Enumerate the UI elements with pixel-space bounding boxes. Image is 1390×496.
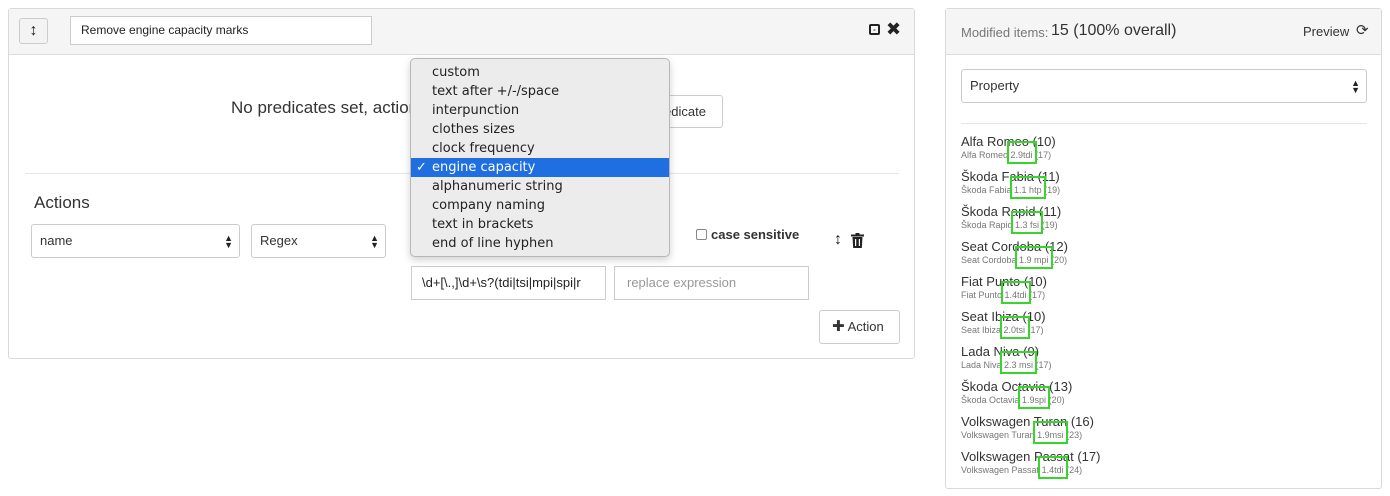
list-item: Alfa Romeo (10) Alfa Romeo 2.9tdi (17) [961, 134, 1361, 169]
list-item: Seat Ibiza (10) Seat Ibiza 2.0tsi (17) [961, 309, 1361, 344]
action-type-select[interactable]: Regex ▲ ▼ [251, 224, 386, 258]
dropdown-item-label: text after +/-/space [432, 84, 560, 99]
match-highlight-box [1000, 351, 1037, 374]
dropdown-item[interactable]: text after +/-/space [411, 82, 669, 101]
preview-property-select[interactable]: Property ▲ ▼ [961, 69, 1367, 103]
select-arrows-icon: ▲ ▼ [370, 232, 379, 250]
actions-title: Actions [34, 193, 90, 212]
item-value: Alfa Romeo 2.9tdi (17) [961, 141, 1361, 164]
close-icon[interactable]: ✖ [886, 20, 901, 38]
preview-header: Modified items: 15 (100% overall) Previe… [946, 9, 1381, 55]
list-item: Volkswagen Passat (17) Volkswagen Passat … [961, 449, 1361, 484]
item-value: Volkswagen Passat 1.4tdi (24) [961, 456, 1361, 479]
regex-preset-dropdown[interactable]: custom text after +/-/space interpunction c… [410, 58, 670, 257]
dropdown-item-label: end of line hyphen [432, 236, 554, 251]
item-value: Seat Ibiza 2.0tsi (17) [961, 316, 1361, 339]
preview-panel: Modified items: 15 (100% overall) Previe… [945, 8, 1382, 489]
match-highlight-box [1010, 176, 1046, 199]
dropdown-item-label: alphanumeric string [432, 179, 563, 194]
property-select-value: name [40, 233, 73, 248]
drag-handle-button[interactable]: ↕ [19, 18, 48, 44]
match-highlight-box [1001, 281, 1031, 304]
item-value: Volkswagen Turan 1.9msi (23) [961, 421, 1361, 444]
match-highlight-box [1011, 211, 1043, 234]
add-action-label: Action [847, 319, 884, 334]
dropdown-item-label: engine capacity [432, 160, 536, 175]
preview-link[interactable]: Preview [1303, 24, 1349, 39]
dropdown-item[interactable]: ✓ engine capacity [411, 158, 669, 177]
preview-list: Alfa Romeo (10) Alfa Romeo 2.9tdi (17) Ško… [961, 134, 1361, 484]
item-value-prefix: Volkswagen Turan [961, 430, 1038, 440]
match-highlight-box [1018, 386, 1050, 409]
item-value: Škoda Rapid 1.3 fsi (19) [961, 211, 1361, 234]
select-arrows-icon: ▲ ▼ [224, 232, 233, 250]
refresh-icon[interactable]: ⟳ [1356, 21, 1369, 39]
plus-icon: ✚ [832, 318, 845, 335]
list-item: Volkswagen Turan (16) Volkswagen Turan 1.… [961, 414, 1361, 449]
item-value: Fiat Punto 1.4tdi (17) [961, 281, 1361, 304]
case-sensitive-checkbox[interactable] [696, 229, 707, 240]
match-highlight-box [1038, 456, 1068, 479]
dropdown-item[interactable]: end of line hyphen [411, 234, 669, 253]
list-item: Škoda Octavia (13) Škoda Octavia 1.9spi (… [961, 379, 1361, 414]
add-action-button[interactable]: ✚ Action [819, 310, 900, 344]
dropdown-item[interactable]: alphanumeric string [411, 177, 669, 196]
item-value-prefix: Fiat Punto [961, 290, 1005, 300]
item-value: Škoda Octavia 1.9spi (20) [961, 386, 1361, 409]
dropdown-item[interactable]: custom [411, 63, 669, 82]
list-item: Škoda Fabia (11) Škoda Fabia 1.1 htp (19) [961, 169, 1361, 204]
trash-icon[interactable] [851, 233, 864, 253]
vertical-arrows-icon: ↕ [29, 22, 38, 39]
match-highlight-box [1033, 421, 1068, 444]
reorder-arrows-icon[interactable]: ↕ [834, 231, 842, 249]
dropdown-item[interactable]: interpunction [411, 101, 669, 120]
collapse-icon[interactable]: - [869, 24, 880, 35]
match-highlight-box [1015, 246, 1053, 269]
case-sensitive-toggle[interactable]: case sensitive [696, 227, 799, 242]
item-value-prefix: Seat Ibiza [961, 325, 1004, 335]
item-value-prefix: Škoda Octavia [961, 395, 1023, 405]
item-value-prefix: Volkswagen Passat [961, 465, 1042, 475]
rule-name-input[interactable]: Remove engine capacity marks [70, 16, 372, 45]
checkmark-icon: ✓ [416, 160, 427, 175]
list-item: Škoda Rapid (11) Škoda Rapid 1.3 fsi (19) [961, 204, 1361, 239]
dropdown-item-label: clock frequency [432, 141, 535, 156]
dropdown-item-label: custom [432, 65, 480, 80]
item-value: Lada Niva 2.3 msi (17) [961, 351, 1361, 374]
item-value-prefix: Alfa Romeo [961, 150, 1011, 160]
item-title: Volkswagen Turan (16) [961, 414, 1094, 429]
replace-expression-input[interactable]: replace expression [614, 266, 809, 300]
dropdown-item[interactable]: clock frequency [411, 139, 669, 158]
item-value: Seat Cordoba 1.9 mpi (20) [961, 246, 1361, 269]
list-item: Fiat Punto (10) Fiat Punto 1.4tdi (17) [961, 274, 1361, 309]
no-predicates-text: No predicates set, action [231, 98, 419, 117]
item-value-prefix: Škoda Rapid [961, 220, 1016, 230]
action-type-value: Regex [260, 233, 298, 248]
item-value-prefix: Škoda Fabia [961, 185, 1015, 195]
item-value-prefix: Seat Cordoba [961, 255, 1020, 265]
match-highlight-box [1000, 316, 1030, 339]
case-sensitive-label: case sensitive [711, 227, 800, 242]
regex-input[interactable]: \d+[\.,]\d+\s?(tdi|tsi|mpi|spi|r [411, 266, 606, 300]
dropdown-item-label: interpunction [432, 103, 520, 118]
rule-header: ↕ Remove engine capacity marks - ✖ [9, 9, 914, 55]
match-highlight-box [1007, 141, 1037, 164]
dropdown-item-label: company naming [432, 198, 546, 213]
item-title: Volkswagen Passat (17) [961, 449, 1101, 464]
dropdown-item-label: text in brackets [432, 217, 534, 232]
preview-property-value: Property [970, 78, 1020, 93]
list-item: Seat Cordoba (12) Seat Cordoba 1.9 mpi (2… [961, 239, 1361, 274]
modified-items-value: 15 (100% overall) [1051, 22, 1177, 39]
dropdown-item[interactable]: text in brackets [411, 215, 669, 234]
dropdown-item[interactable]: company naming [411, 196, 669, 215]
modified-items-label: Modified items: [961, 25, 1049, 40]
select-arrows-icon: ▲ ▼ [1351, 77, 1360, 95]
item-value-prefix: Lada Niva [961, 360, 1005, 370]
dropdown-item-label: clothes sizes [432, 122, 515, 137]
divider [961, 123, 1367, 124]
property-select[interactable]: name ▲ ▼ [31, 224, 240, 258]
dropdown-item[interactable]: clothes sizes [411, 120, 669, 139]
list-item: Lada Niva (9) Lada Niva 2.3 msi (17) [961, 344, 1361, 379]
item-value: Škoda Fabia 1.1 htp (19) [961, 176, 1361, 199]
